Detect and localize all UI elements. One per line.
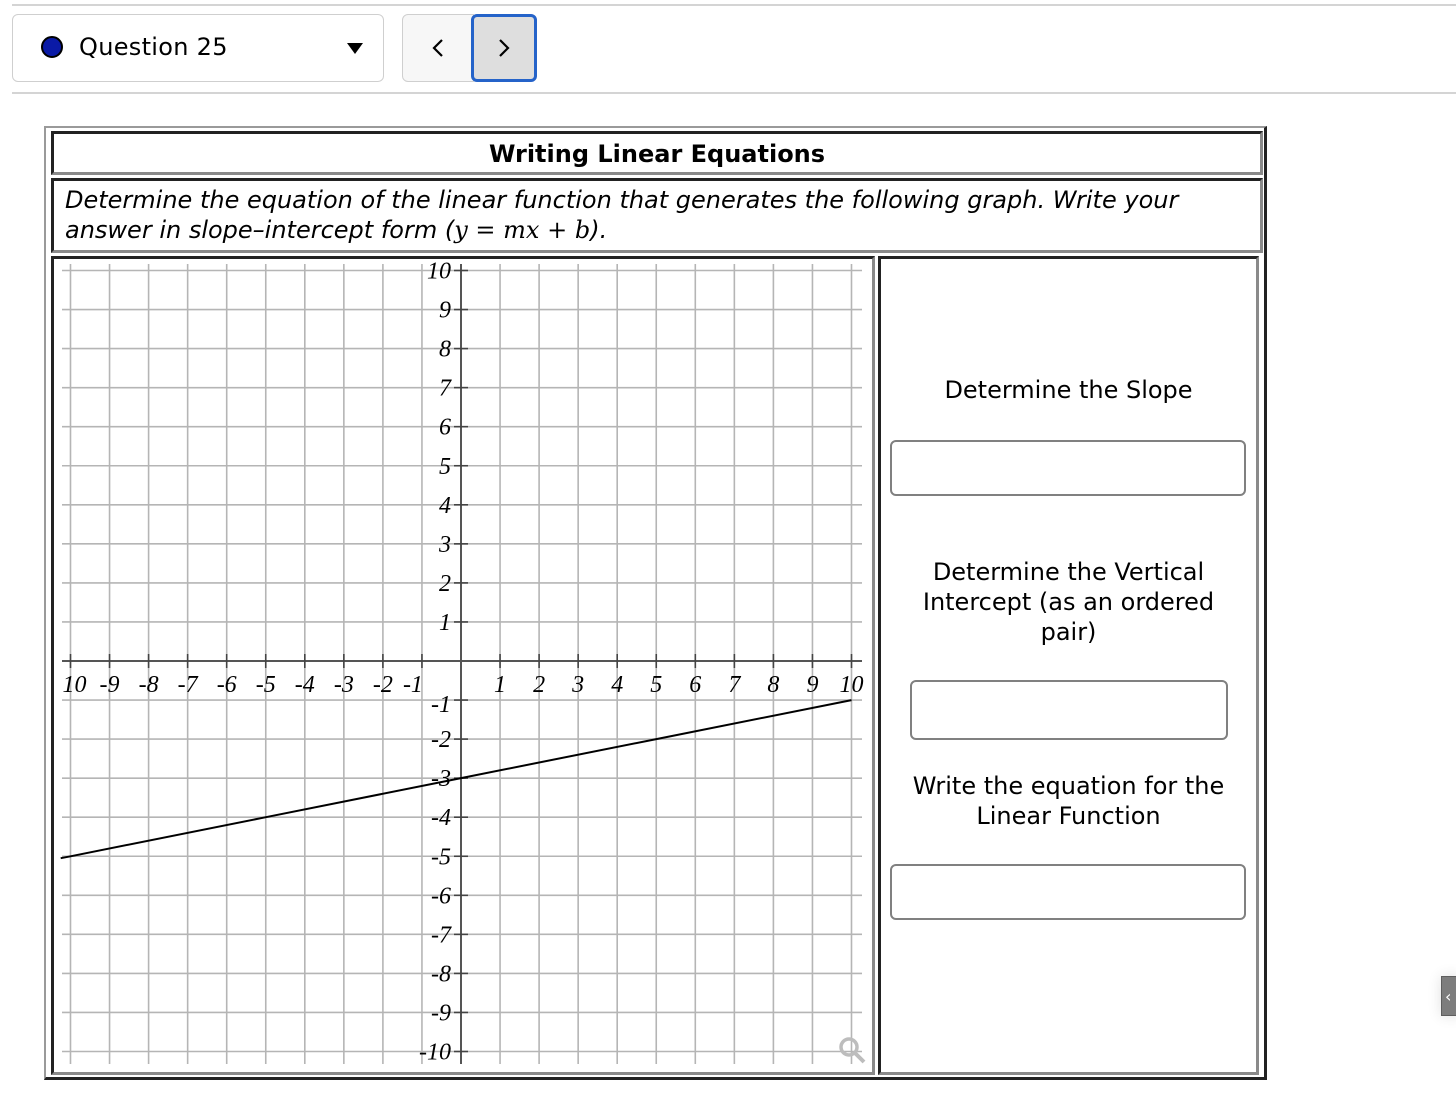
prompt-line-2-prefix: answer in slope–intercept form ( (65, 216, 455, 244)
dropdown-caret-icon (347, 43, 363, 54)
magnifier-handle (853, 1051, 866, 1064)
line-graph[interactable]: 10 -9 -8 -7 -6 -5 -4 -3 -2 -1 1 2 3 4 5 6 7 8 9 10109876543… (54, 259, 872, 1072)
graph-cell: 10 -9 -8 -7 -6 -5 -4 -3 -2 -1 1 2 3 4 5 6 7 8 9 10 10 9 8 7 6 5 4 3… (51, 256, 875, 1075)
vertical-intercept-input[interactable] (910, 680, 1228, 740)
x-tick-label: -7 (178, 672, 199, 698)
x-tick-label: 2 (533, 672, 545, 698)
math-x: x (525, 216, 540, 244)
y-tick-label: -5 (431, 844, 451, 870)
vertical-intercept-label: Determine the Vertical Intercept (as an … (922, 558, 1215, 646)
y-tick-label: -4 (431, 805, 451, 831)
x-tick-label: 8 (767, 672, 779, 698)
top-divider (12, 4, 1456, 6)
prompt-line-1: Determine the equation of the linear fun… (65, 186, 1179, 214)
question-status-dot (41, 36, 63, 58)
y-tick-label: 8 (439, 337, 451, 363)
series-line (60, 699, 852, 860)
y-tick-label: -8 (431, 961, 451, 987)
toolbar-divider (12, 92, 1456, 94)
y-tick-label: -10 (419, 1040, 451, 1066)
slope-input[interactable] (890, 440, 1246, 496)
x-tick-label: -2 (373, 672, 393, 698)
x-tick-label: -6 (217, 672, 237, 698)
x-tick-label: 10 (840, 672, 864, 698)
math-b: b (574, 216, 591, 244)
math-y: y (454, 216, 468, 244)
side-panel-toggle[interactable]: ‹ (1441, 976, 1456, 1016)
x-tick-label: 10 (63, 672, 87, 698)
x-tick-label: 4 (611, 672, 623, 698)
question-table: Writing Linear Equations Determine the e… (44, 126, 1267, 1080)
y-tick-label: -3 (431, 766, 451, 792)
math-plus: + (539, 216, 575, 244)
y-tick-label: 4 (439, 493, 451, 519)
magnifier-lens (839, 1037, 859, 1057)
y-tick-label: -9 (431, 1000, 451, 1026)
y-tick-label: -7 (431, 922, 452, 948)
title-cell: Writing Linear Equations (51, 131, 1263, 175)
next-question-button[interactable] (471, 14, 537, 82)
y-tick-label: -6 (431, 883, 451, 909)
question-selector-label: Question 25 (79, 33, 228, 61)
x-tick-label: -9 (100, 672, 120, 698)
x-tick-label: 7 (728, 672, 741, 698)
y-tick-label: -1 (431, 692, 451, 718)
x-tick-label: 1 (494, 672, 506, 698)
x-tick-label: 9 (806, 672, 818, 698)
equation-input[interactable] (890, 864, 1246, 920)
x-tick-label: -1 (403, 672, 423, 698)
slope-label: Determine the Slope (944, 376, 1193, 404)
x-tick-label: 5 (650, 672, 662, 698)
y-tick-label: 2 (439, 571, 451, 597)
x-tick-label: 6 (689, 672, 701, 698)
math-m: m (503, 216, 526, 244)
x-tick-label: -5 (256, 672, 276, 698)
problem-prompt: Determine the equation of the linear fun… (65, 185, 1250, 245)
prompt-cell: Determine the equation of the linear fun… (51, 178, 1263, 253)
x-tick-label: -3 (334, 672, 354, 698)
chevron-left-icon (432, 39, 443, 57)
question-selector[interactable]: Question 25 (12, 14, 384, 82)
magnifier-icon[interactable] (839, 1037, 866, 1064)
x-tick-label: 3 (571, 672, 584, 698)
x-tick-label: -4 (295, 672, 315, 698)
previous-question-button[interactable] (402, 14, 474, 82)
y-tick-label: 5 (439, 454, 451, 480)
y-tick-label: 1 (439, 610, 451, 636)
prompt-line-2-suffix: ). (590, 216, 608, 244)
y-tick-label: 6 (439, 415, 451, 441)
y-tick-label: 10 (427, 259, 451, 285)
x-tick-label: -8 (139, 672, 159, 698)
equation-label: Write the equation for the Linear Functi… (912, 772, 1225, 830)
y-tick-label: -2 (431, 727, 451, 753)
y-tick-label: 9 (439, 298, 451, 324)
chevron-right-icon (499, 39, 510, 57)
y-tick-label: 3 (438, 532, 451, 558)
answer-cell: Determine the Slope Determine the Vertic… (878, 256, 1259, 1075)
y-tick-label: 7 (439, 376, 452, 402)
chevron-left-icon: ‹ (1445, 987, 1452, 1006)
math-equals: = (467, 216, 504, 244)
problem-title: Writing Linear Equations (488, 140, 826, 168)
